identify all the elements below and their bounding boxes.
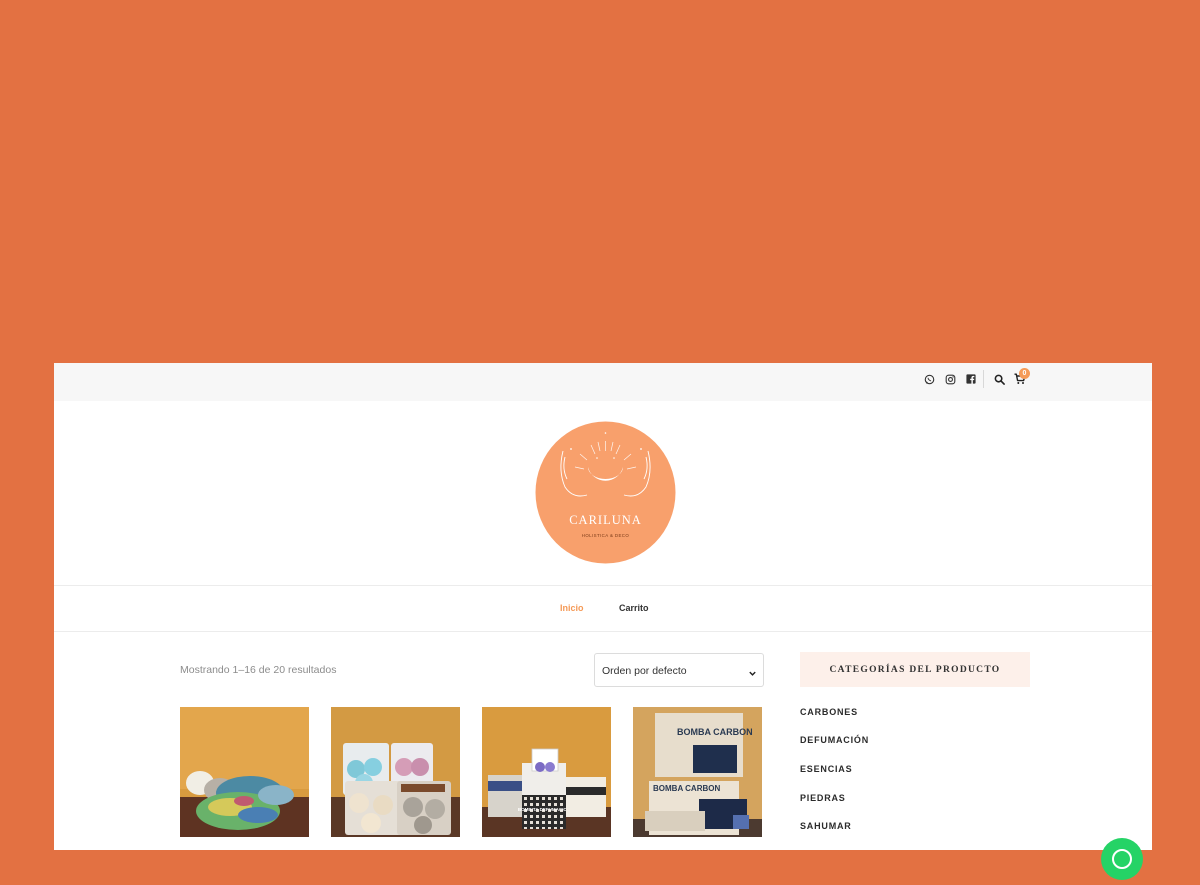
- topbar-divider: [983, 370, 984, 388]
- category-link-esencias[interactable]: ESENCIAS: [800, 764, 852, 774]
- product-image: BOMBA CARBON BOMBA CARBON: [633, 707, 762, 837]
- product-card-4[interactable]: BOMBA CARBON BOMBA CARBON: [633, 707, 762, 837]
- nav-item-carrito[interactable]: Carrito: [619, 603, 649, 613]
- category-link-piedras[interactable]: PIEDRAS: [800, 793, 846, 803]
- logo-brand-text: CARILUNA: [569, 513, 642, 527]
- result-count: Mostrando 1–16 de 20 resultados: [180, 664, 337, 676]
- box-text: BOMBITA DEFUMACION: [518, 807, 570, 812]
- product-image: BOMBITA DEFUMACION: [482, 707, 611, 837]
- whatsapp-icon[interactable]: [922, 372, 936, 386]
- facebook-icon[interactable]: [964, 372, 978, 386]
- instagram-icon[interactable]: [943, 372, 957, 386]
- product-card-1[interactable]: [180, 707, 309, 837]
- orderby-select[interactable]: Orden por defecto: [594, 653, 764, 687]
- logo-tagline-text: HOLISTICA & DECO: [582, 533, 630, 538]
- product-image: [331, 707, 460, 837]
- whatsapp-chat-button[interactable]: [1101, 838, 1143, 880]
- whatsapp-icon: [1112, 849, 1132, 869]
- main-navigation: Inicio Carrito: [54, 586, 1152, 631]
- product-card-3[interactable]: BOMBITA DEFUMACION: [482, 707, 611, 837]
- category-link-defumacion[interactable]: DEFUMACIÓN: [800, 735, 869, 745]
- product-categories-header: CATEGORÍAS DEL PRODUCTO: [800, 652, 1030, 687]
- category-link-carbones[interactable]: CARBONES: [800, 707, 858, 717]
- search-icon[interactable]: [992, 372, 1006, 386]
- chevron-down-icon: [748, 665, 757, 683]
- product-image: [180, 707, 309, 837]
- shop-page: 0 CARILUNA HOLISTICA & DECO Inicio Carri…: [54, 363, 1152, 850]
- cart-count-badge: 0: [1019, 368, 1030, 379]
- top-bar: 0: [54, 363, 1152, 401]
- nav-divider: [54, 631, 1152, 632]
- product-card-2[interactable]: [331, 707, 460, 837]
- nav-item-inicio[interactable]: Inicio: [560, 603, 584, 613]
- orderby-selected-value: Orden por defecto: [602, 665, 687, 677]
- box-text-top: BOMBA CARBON: [677, 727, 753, 737]
- product-categories-title: CATEGORÍAS DEL PRODUCTO: [829, 664, 1001, 675]
- site-logo[interactable]: CARILUNA HOLISTICA & DECO: [535, 421, 676, 564]
- category-link-sahumar[interactable]: SAHUMAR: [800, 821, 852, 831]
- box-text-bottom: BOMBA CARBON: [653, 784, 720, 793]
